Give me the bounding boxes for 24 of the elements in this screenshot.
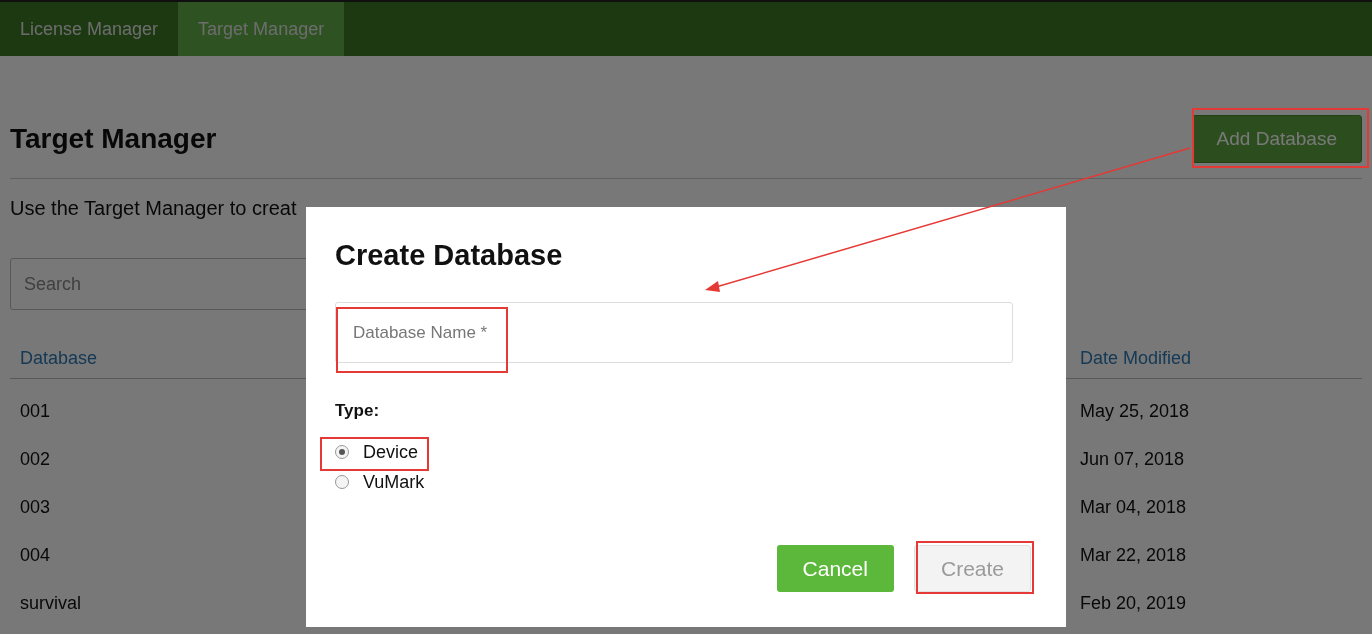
table-cell: Jun 07, 2018 (1080, 448, 1185, 470)
nav-tab[interactable]: Target Manager (178, 2, 345, 56)
column-header[interactable]: Date Modified (1080, 348, 1192, 369)
radio-button[interactable] (335, 445, 349, 459)
table-cell: 001 (20, 400, 51, 422)
page-title: Target Manager (10, 123, 217, 155)
table-cell: 003 (20, 496, 51, 518)
cancel-button[interactable]: Cancel (776, 545, 894, 592)
radio-button[interactable] (335, 475, 349, 489)
column-header[interactable]: Database (20, 348, 98, 369)
radio-label[interactable]: VuMark (363, 471, 425, 493)
table-cell: Mar 22, 2018 (1080, 544, 1187, 566)
table-cell: Mar 04, 2018 (1080, 496, 1187, 518)
table-cell: Feb 20, 2019 (1080, 592, 1187, 614)
add-database-button[interactable]: Add Database (1191, 115, 1362, 163)
radio-label[interactable]: Device (363, 441, 419, 463)
table-cell: 002 (20, 448, 51, 470)
table-cell: 004 (20, 544, 51, 566)
table-cell: May 25, 2018 (1080, 400, 1190, 422)
table-cell: survival (20, 592, 81, 614)
page-description: Use the Target Manager to creat (10, 197, 298, 220)
dialog-title: Create Database (335, 239, 564, 272)
database-name-field[interactable]: Database Name * (335, 302, 1013, 363)
type-label: Type: (335, 401, 381, 421)
